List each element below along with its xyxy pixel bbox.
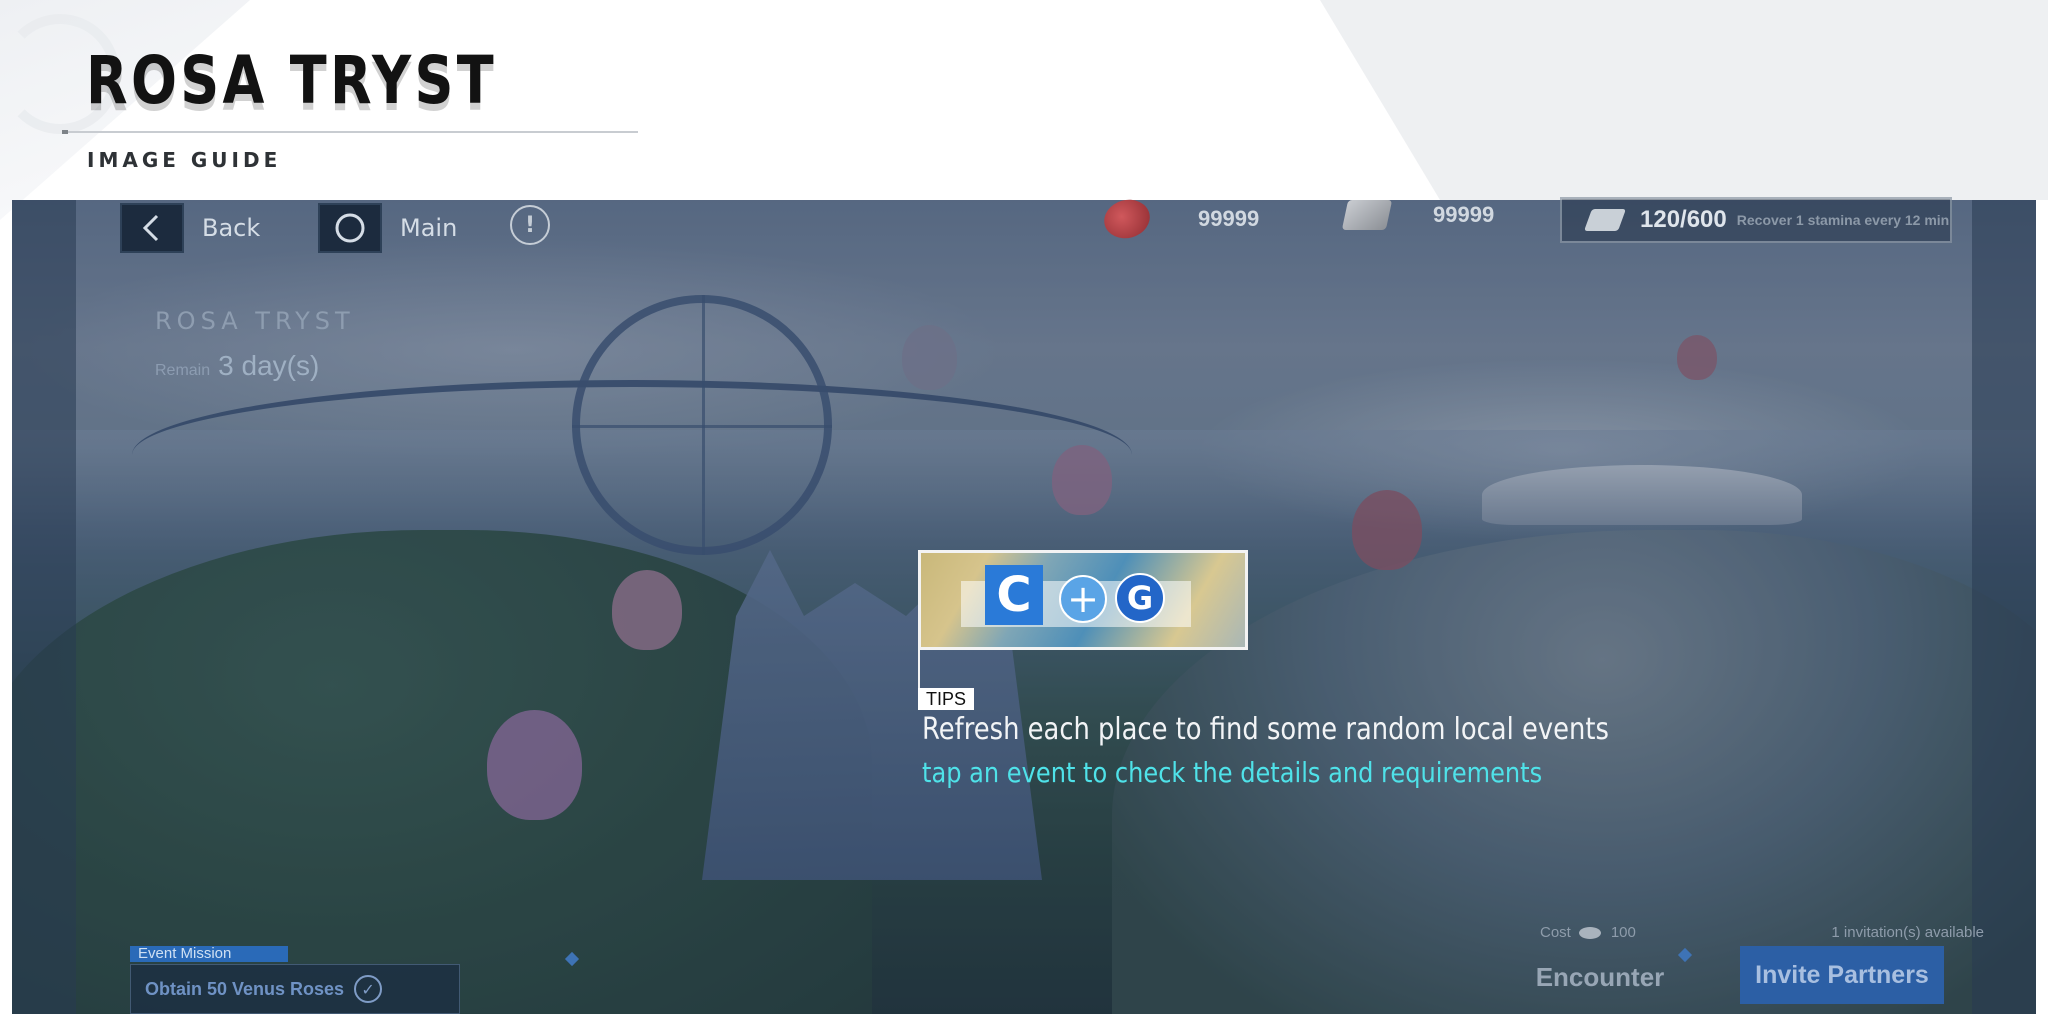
back-button[interactable]: Back [120, 203, 260, 253]
info-glyph: ! [524, 212, 536, 238]
ticket-icon [1341, 200, 1393, 230]
guide-page: ROSA TRYST IMAGE GUIDE Back Main ! 99999… [0, 0, 2048, 1024]
main-button[interactable]: Main [318, 203, 457, 253]
remain-value: 3 day(s) [218, 350, 320, 381]
event-name: ROSA TRYST [155, 307, 355, 335]
stamina-hint: Recover 1 stamina every 12 min [1736, 212, 1950, 228]
encounter-button[interactable]: Encounter [1500, 950, 1700, 1004]
main-label: Main [400, 214, 458, 242]
coin-icon [1578, 926, 1601, 939]
invitations-available: 1 invitation(s) available [1831, 924, 1984, 941]
tips-tag: TIPS [918, 688, 975, 710]
stamina-value: 120/600 [1640, 206, 1727, 233]
mission-text: Obtain 50 Venus Roses [145, 978, 345, 999]
rose-count: 99999 [1198, 206, 1260, 231]
event-remain: Remain 3 day(s) [155, 350, 319, 382]
main-circle-icon [318, 203, 382, 253]
back-label: Back [202, 214, 261, 242]
tip-connector-line [918, 650, 920, 690]
info-icon[interactable]: ! [510, 205, 550, 245]
back-chevron-icon [120, 203, 184, 253]
plus-logo-icon: + [1059, 575, 1107, 623]
tip-text-primary: Refresh each place to find some random l… [922, 712, 1609, 747]
header-bg-shape-right [1320, 0, 2048, 200]
guide-subtitle: IMAGE GUIDE [87, 148, 282, 172]
mission-body: Obtain 50 Venus Roses ✓ [130, 964, 460, 1014]
invite-partners-button[interactable]: Invite Partners [1740, 946, 1944, 1004]
mission-tag: Event Mission [130, 946, 288, 962]
remain-label: Remain [155, 362, 211, 379]
ticket-currency: 99999 [1341, 200, 1495, 230]
rose-icon [1099, 194, 1155, 244]
header-divider [62, 130, 638, 134]
g-logo-icon: G [1115, 573, 1165, 623]
c-logo-icon: C [985, 565, 1043, 625]
encounter-cost: Cost 100 [1540, 924, 1636, 941]
ticket-count: 99999 [1433, 202, 1495, 227]
check-icon: ✓ [354, 975, 383, 1003]
cost-value: 100 [1610, 924, 1636, 941]
cost-label: Cost [1540, 924, 1571, 941]
side-band-right [1972, 200, 2036, 1014]
tip-highlight-image: C + G [918, 550, 1248, 650]
rose-currency: 99999 [1099, 194, 1260, 244]
guide-title: ROSA TRYST [86, 42, 497, 119]
side-band-left [12, 200, 76, 1014]
stamina-cube-icon [1583, 209, 1627, 231]
tip-text-secondary: tap an event to check the details and re… [922, 756, 1543, 789]
stamina-panel[interactable]: 120/600 Recover 1 stamina every 12 min [1560, 197, 1952, 243]
event-mission-panel[interactable]: Event Mission Obtain 50 Venus Roses ✓ [130, 946, 580, 1014]
